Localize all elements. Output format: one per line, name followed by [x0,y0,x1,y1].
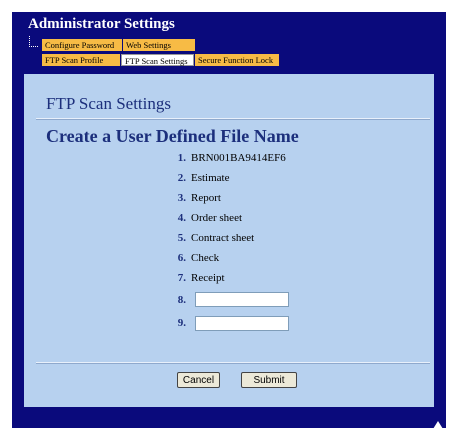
file-name-item: 1. BRN001BA9414EF6 [170,150,286,166]
file-name-value: Estimate [191,172,230,184]
cancel-button[interactable]: Cancel [177,372,220,388]
file-name-number: 7. [177,272,186,284]
file-name-number: 2. [177,172,186,184]
custom-name-number: 8. [177,294,186,306]
custom-name-row: 8. [170,292,191,308]
page-title: FTP Scan Settings [46,94,171,113]
tree-connector-icon [29,36,38,47]
file-name-item: 3. Report [170,190,221,206]
file-name-value: Report [191,192,221,204]
footer-divider [36,362,430,364]
section-title: Create a User Defined File Name [46,126,299,146]
file-name-number: 5. [177,232,186,244]
file-name-number: 6. [177,252,186,264]
tab-ftp-scan-profile[interactable]: FTP Scan Profile [42,54,120,66]
file-name-value: Order sheet [191,212,243,224]
file-name-value: Receipt [191,272,225,284]
file-name-item: 5. Contract sheet [170,230,254,246]
submit-button[interactable]: Submit [241,372,297,388]
custom-file-name-8-input[interactable] [195,292,289,307]
custom-file-name-9-input[interactable] [195,316,289,331]
admin-settings-title: Administrator Settings [28,16,175,32]
custom-name-row: 9. [170,315,191,331]
file-name-item: 7. Receipt [170,270,225,286]
file-name-value: Check [191,252,220,264]
tab-web-settings[interactable]: Web Settings [123,39,195,51]
file-name-value: BRN001BA9414EF6 [191,152,286,164]
file-name-item: 6. Check [170,250,219,266]
file-name-number: 1. [177,152,186,164]
file-name-value: Contract sheet [191,232,255,244]
tab-ftp-scan-settings[interactable]: FTP Scan Settings [121,54,194,66]
file-name-item: 4. Order sheet [170,210,242,226]
file-name-number: 3. [177,192,186,204]
file-name-item: 2. Estimate [170,170,230,186]
custom-name-number: 9. [177,317,186,329]
title-divider [36,118,430,120]
file-name-number: 4. [177,212,186,224]
scroll-to-top-icon[interactable] [433,421,443,429]
tab-configure-password[interactable]: Configure Password [42,39,122,51]
tab-secure-function-lock[interactable]: Secure Function Lock [195,54,279,66]
